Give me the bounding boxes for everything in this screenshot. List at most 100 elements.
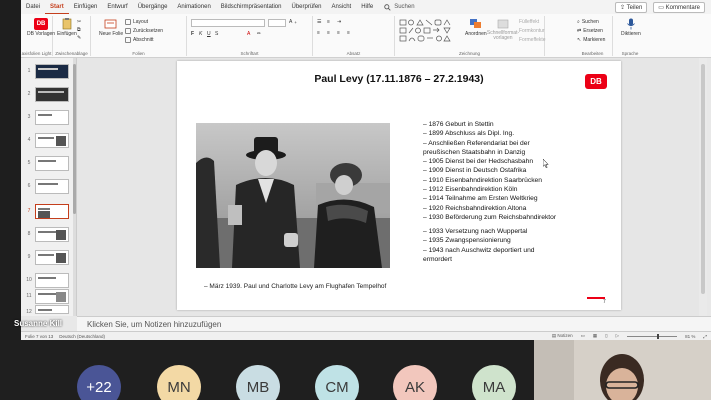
group-label: Zeichnung (458, 51, 480, 56)
align-left-icon[interactable]: ≡ (317, 30, 320, 36)
historic-photo[interactable] (196, 123, 390, 268)
tab-datei[interactable]: Datei (21, 0, 45, 14)
arrange-button[interactable]: Anordnen (465, 18, 487, 37)
tab-uebergaenge[interactable]: Übergänge (133, 0, 173, 14)
tab-ueberpruefen[interactable]: Überprüfen (286, 0, 326, 14)
zoom-level[interactable]: 81 % (685, 334, 695, 339)
notes-toggle[interactable]: ▤ Notizen (552, 333, 573, 339)
thumbnail-10[interactable]: 10 (23, 273, 73, 289)
paste-button[interactable]: Einfügen (57, 18, 77, 37)
thumbnail-9[interactable]: 9 (23, 250, 73, 266)
new-slide-button[interactable]: Neue Folie (99, 18, 123, 37)
underline-icon[interactable]: U (207, 31, 211, 37)
thumbnail-3[interactable]: 3 (23, 110, 73, 126)
cut-icon[interactable]: ✂ (77, 19, 81, 25)
search-box[interactable]: Suchen (384, 3, 415, 11)
comment-icon: ▭ (658, 4, 664, 11)
thumbnail-image (35, 64, 69, 79)
quick-styles-button[interactable]: Schnellformat-vorlagen (487, 18, 519, 41)
db-vorlagen-button[interactable]: DB DB Vorlagen (27, 18, 55, 37)
new-slide-label: Neue Folie (99, 31, 124, 37)
strikethrough-icon[interactable]: S (215, 31, 218, 37)
justify-icon[interactable]: ≡ (347, 30, 350, 36)
shape-outline-button[interactable]: Formkontur (519, 28, 545, 34)
align-right-icon[interactable]: ≡ (337, 30, 340, 36)
reading-view-icon[interactable]: ▯ (605, 333, 607, 339)
dictate-button[interactable]: Diktieren (621, 18, 641, 37)
font-name-select[interactable] (191, 19, 265, 27)
shapes-gallery[interactable] (399, 19, 457, 43)
grow-font-icon[interactable]: A + (289, 19, 297, 25)
indent-icon[interactable]: ⇥ (337, 19, 341, 25)
group-label: Absatz (346, 51, 361, 56)
avatar-initials: MN (167, 378, 191, 396)
scrollbar-thumb[interactable] (701, 64, 705, 294)
slideshow-icon[interactable]: ▷ (616, 333, 619, 339)
tab-hilfe[interactable]: Hilfe (356, 0, 378, 14)
font-size-select[interactable] (268, 19, 286, 27)
scrollbar-thumb[interactable] (73, 64, 76, 214)
thumbnail-2[interactable]: 2 (23, 87, 73, 103)
tab-entwurf[interactable]: Entwurf (102, 0, 132, 14)
highlight-icon[interactable]: ✏ (257, 31, 261, 37)
notes-pane[interactable]: Klicken Sie, um Notizen hinzuzufügen (77, 316, 711, 331)
share-icon: ⇪ (620, 4, 626, 11)
biography-list[interactable]: – 1876 Geburt in Stettin – 1899 Abschlus… (423, 120, 556, 222)
notes-label: Notizen (557, 333, 573, 338)
slide[interactable]: Paul Levy (17.11.1876 – 27.2.1943) DB – … (177, 61, 621, 310)
tab-einfuegen[interactable]: Einfügen (69, 0, 103, 14)
thumbnail-number: 12 (26, 309, 32, 315)
fit-slide-icon[interactable]: ⤢ (703, 334, 707, 339)
reset-button[interactable]: Zurücksetzen (125, 28, 163, 34)
shape-effects-button[interactable]: Formeffekte (519, 37, 546, 43)
thumbnail-6[interactable]: 6 (23, 179, 73, 195)
thumbnail-8[interactable]: 8 (23, 227, 73, 243)
powerpoint-window: Datei Start Einfügen Entwurf Übergänge A… (21, 0, 711, 340)
participant-video-tile[interactable] (534, 340, 711, 400)
thumbnail-7[interactable]: 7 (23, 204, 73, 220)
thumbnail-5[interactable]: 5 (23, 156, 73, 172)
biography-list-2[interactable]: – 1933 Versetzung nach Wuppertal – 1935 … (423, 227, 535, 264)
layout-button[interactable]: Layout (125, 19, 148, 25)
list-item: – 1943 nach Auschwitz deportiert und (423, 246, 535, 254)
normal-view-icon[interactable]: ▭ (581, 333, 585, 339)
thumbnail-1[interactable]: 1 (23, 64, 73, 80)
tab-ansicht[interactable]: Ansicht (327, 0, 357, 14)
font-color-icon[interactable]: A (247, 31, 250, 37)
bold-icon[interactable]: F (191, 31, 194, 37)
photo-caption[interactable]: – März 1939. Paul und Charlotte Levy am … (204, 283, 386, 290)
paste-label: Einfügen (57, 31, 77, 37)
tab-bildschirmpraesentation[interactable]: Bildschirmpräsentation (216, 0, 287, 14)
thumbnail-image (35, 227, 69, 242)
italic-icon[interactable]: K (199, 31, 202, 37)
shape-fill-button[interactable]: Fülleffekt (519, 19, 539, 25)
slide-title[interactable]: Paul Levy (17.11.1876 – 27.2.1943) (177, 73, 621, 85)
thumbnail-number: 8 (27, 231, 31, 237)
canvas-scrollbar[interactable] (699, 58, 707, 316)
share-button[interactable]: ⇪ Teilen (615, 1, 648, 13)
format-painter-icon[interactable]: ✎ (77, 35, 81, 41)
copy-icon[interactable]: ⧉ (77, 27, 81, 33)
tab-animationen[interactable]: Animationen (172, 0, 215, 14)
section-button[interactable]: Abschnitt (125, 37, 154, 43)
thumbnail-scrollbar[interactable] (73, 58, 76, 316)
replace-button[interactable]: ⇄ Ersetzen (577, 28, 603, 34)
bullets-icon[interactable]: ☰ (317, 19, 321, 25)
shapes-icon (399, 19, 451, 42)
find-button[interactable]: ⌕ Suchen (577, 19, 599, 25)
zoom-slider[interactable] (627, 333, 678, 339)
group-zwischenablage: Einfügen ✂ ⧉ ✎ Zwischenablage (53, 16, 91, 56)
language-indicator[interactable]: Deutsch (Deutschland) (59, 334, 105, 339)
tab-start[interactable]: Start (45, 0, 69, 14)
thumbnail-4[interactable]: 4 (23, 133, 73, 149)
thumbnail-image (35, 156, 69, 171)
select-button[interactable]: ↖ Markieren (577, 37, 605, 43)
numbering-icon[interactable]: ≡ (327, 19, 330, 25)
list-item: preußischen Staatsbahn in Danzig (423, 148, 526, 156)
zoom-thumb[interactable] (657, 333, 660, 339)
slide-sorter-icon[interactable]: ▦ (593, 333, 597, 339)
comments-button[interactable]: ▭ Kommentare (653, 1, 705, 13)
align-center-icon[interactable]: ≡ (327, 30, 330, 36)
thumbnail-11[interactable]: 11 (23, 289, 73, 305)
list-item: – 1905 Dienst bei der Hedschasbahn (423, 158, 534, 166)
